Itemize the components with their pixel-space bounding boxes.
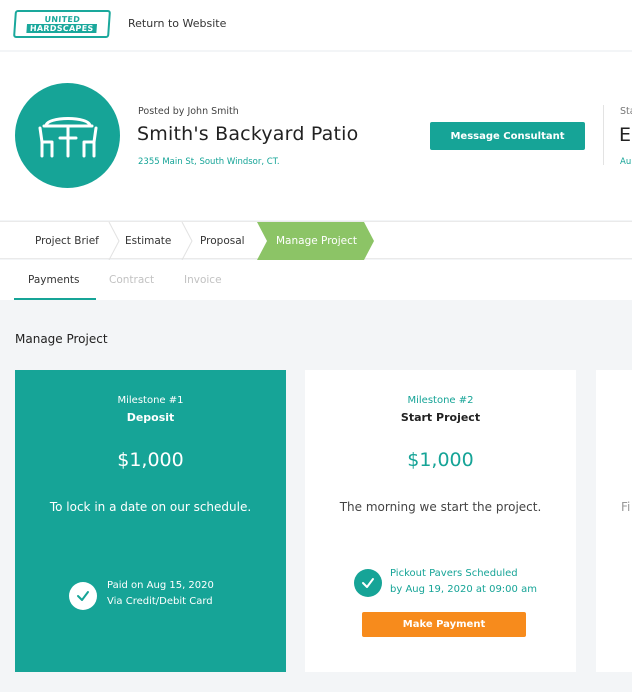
patio-table-icon (38, 116, 97, 157)
step-estimate[interactable]: Estimate (125, 222, 171, 260)
posted-by-text: Posted by John Smith (138, 106, 239, 117)
return-to-website-link[interactable]: Return to Website (128, 17, 226, 30)
tab-contract[interactable]: Contract (109, 274, 154, 286)
payment-method: Via Credit/Debit Card (107, 596, 213, 607)
make-payment-button[interactable]: Make Payment (362, 612, 526, 637)
paid-date: Paid on Aug 15, 2020 (107, 580, 214, 591)
milestone-description: Fi (621, 500, 631, 514)
side-panel-label: Sta (620, 106, 632, 117)
milestone-number: Milestone #1 (117, 395, 184, 406)
brand-logo-line2: HARDSCAPES (26, 24, 97, 33)
milestone-card-deposit: Milestone #1 Deposit $1,000 To lock in a… (15, 370, 286, 672)
milestone-description: The morning we start the project. (339, 500, 542, 514)
top-bar: UNITED HARDSCAPES Return to Website (0, 0, 632, 50)
milestone-description: To lock in a date on our schedule. (49, 500, 252, 514)
schedule-date: by Aug 19, 2020 at 09:00 am (390, 584, 537, 595)
step-manage-project[interactable]: Manage Project (257, 222, 374, 260)
active-tab-indicator (14, 298, 96, 300)
side-panel-title: Es (619, 124, 632, 146)
side-panel-value: Au (620, 157, 632, 167)
project-address[interactable]: 2355 Main St, South Windsor, CT. (138, 157, 280, 167)
tab-payments[interactable]: Payments (28, 274, 79, 286)
message-consultant-button[interactable]: Message Consultant (430, 122, 585, 150)
section-title: Manage Project (15, 332, 108, 346)
brand-logo[interactable]: UNITED HARDSCAPES (13, 10, 111, 38)
project-header: Posted by John Smith Smith's Backyard Pa… (0, 52, 632, 220)
step-separator (181, 222, 193, 260)
milestone-number: Milestone #2 (407, 395, 474, 406)
manage-subtabs: Payments Contract Invoice (0, 260, 632, 300)
step-separator (108, 222, 120, 260)
header-divider (603, 105, 604, 165)
milestone-card-start-project: Milestone #2 Start Project $1,000 The mo… (305, 370, 576, 672)
brand-logo-line1: UNITED (44, 15, 81, 24)
milestone-card-final: Fi (596, 370, 632, 672)
project-steps: Project Brief Estimate Proposal Manage P… (0, 221, 632, 260)
tab-invoice[interactable]: Invoice (184, 274, 222, 286)
milestone-amount: $1,000 (117, 449, 184, 471)
milestone-amount: $1,000 (407, 449, 474, 471)
milestone-name: Deposit (126, 411, 175, 424)
project-avatar (15, 83, 120, 188)
step-project-brief[interactable]: Project Brief (35, 222, 99, 260)
schedule-title: Pickout Pavers Scheduled (390, 568, 518, 579)
check-icon (69, 582, 97, 610)
check-icon (354, 569, 382, 597)
milestone-name: Start Project (400, 411, 481, 424)
project-title: Smith's Backyard Patio (137, 123, 359, 145)
step-proposal[interactable]: Proposal (200, 222, 245, 260)
